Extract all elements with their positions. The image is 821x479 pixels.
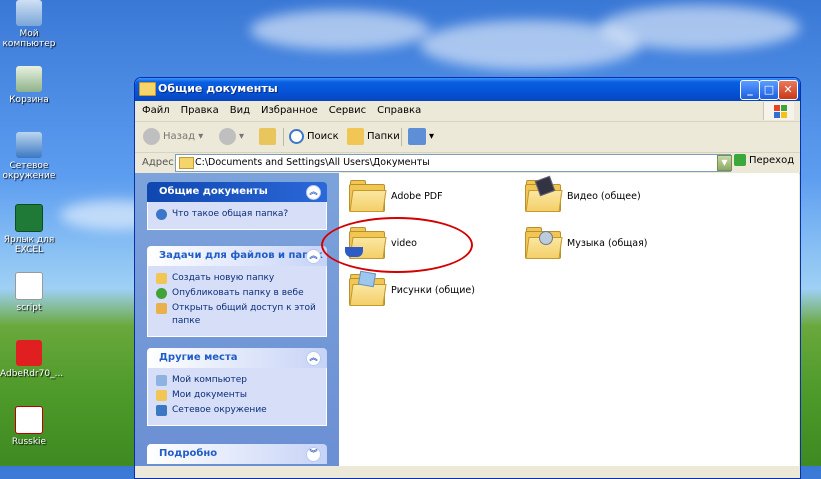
box-header[interactable]: Общие документы ︽ bbox=[147, 182, 327, 202]
music-folder-icon bbox=[525, 227, 563, 259]
help-icon bbox=[156, 209, 167, 220]
desktop-icon-recycle-bin[interactable]: Корзина bbox=[0, 66, 58, 105]
box-header[interactable]: Задачи для файлов и папок ︽ bbox=[147, 246, 327, 266]
maximize-button[interactable]: □ bbox=[759, 80, 779, 100]
desktop-icon-label: Корзина bbox=[9, 95, 49, 105]
desktop-icon-label: Russkie bbox=[11, 437, 47, 447]
folder-label: Музыка (общая) bbox=[567, 238, 648, 249]
search-button[interactable]: Поиск bbox=[289, 127, 339, 147]
folder-label: Adobe PDF bbox=[391, 191, 443, 202]
back-button[interactable]: Назад ▾ bbox=[143, 127, 203, 147]
desktop-icon-excel[interactable]: Ярлык для EXCEL bbox=[0, 204, 58, 255]
views-button[interactable]: ▾ bbox=[408, 127, 434, 147]
menu-favorites[interactable]: Избранное bbox=[254, 101, 322, 116]
menu-tools[interactable]: Сервис bbox=[322, 101, 370, 116]
adobe-reader-icon bbox=[16, 340, 42, 366]
documents-icon bbox=[156, 390, 167, 401]
desktop-icon-label: Ярлык для EXCEL bbox=[3, 235, 55, 255]
up-folder-icon bbox=[259, 127, 276, 145]
minimize-button[interactable]: _ bbox=[740, 80, 760, 100]
highlight-oval bbox=[321, 217, 473, 273]
task-link-publish-web[interactable]: Опубликовать папку в вебе bbox=[156, 287, 320, 300]
desktop-icon-script[interactable]: script bbox=[0, 272, 58, 313]
script-icon bbox=[15, 272, 43, 300]
collapse-icon[interactable]: ︽ bbox=[306, 249, 321, 264]
computer-icon bbox=[16, 0, 42, 26]
network-icon bbox=[156, 405, 167, 416]
forward-arrow-icon bbox=[219, 127, 236, 145]
forward-button[interactable]: ▾ bbox=[219, 127, 244, 147]
views-icon bbox=[408, 127, 426, 145]
desktop-icon-my-computer[interactable]: Мой компьютер bbox=[0, 0, 58, 49]
network-icon bbox=[16, 132, 42, 158]
folder-icon bbox=[349, 180, 387, 212]
box-header[interactable]: Другие места ︽ bbox=[147, 348, 327, 368]
address-bar: Адрес: C:\Documents and Settings\All Use… bbox=[135, 153, 800, 174]
desktop-icon-label: script bbox=[16, 303, 42, 313]
back-arrow-icon bbox=[143, 127, 160, 145]
task-pane: Общие документы ︽ Что такое общая папка? … bbox=[135, 173, 339, 466]
collapse-icon[interactable]: ︽ bbox=[306, 185, 321, 200]
box-other-places: Другие места ︽ Мой компьютер Мои документ… bbox=[147, 348, 327, 426]
folder-label: Рисунки (общие) bbox=[391, 285, 475, 296]
box-shared-documents: Общие документы ︽ Что такое общая папка? bbox=[147, 182, 327, 230]
menu-bar: Файл Правка Вид Избранное Сервис Справка bbox=[135, 101, 800, 122]
computer-icon bbox=[156, 375, 167, 386]
menu-view[interactable]: Вид bbox=[223, 101, 254, 116]
collapse-icon[interactable]: ︽ bbox=[306, 351, 321, 366]
place-link-network[interactable]: Сетевое окружение bbox=[156, 404, 320, 417]
recycle-bin-icon bbox=[16, 66, 42, 92]
folder-label: Видео (общее) bbox=[567, 191, 641, 202]
toolbar: Назад ▾ ▾ Поиск Папки ▾ bbox=[135, 122, 800, 153]
menu-help[interactable]: Справка bbox=[370, 101, 425, 116]
video-folder-icon bbox=[525, 175, 563, 212]
box-header[interactable]: Подробно ︾ bbox=[147, 444, 327, 464]
folder-icon bbox=[139, 82, 156, 96]
pdf-file-icon bbox=[15, 406, 43, 434]
address-input[interactable]: C:\Documents and Settings\All Users\Доку… bbox=[175, 154, 731, 172]
go-arrow-icon bbox=[734, 154, 746, 166]
place-link-my-computer[interactable]: Мой компьютер bbox=[156, 374, 320, 387]
place-link-my-documents[interactable]: Мои документы bbox=[156, 389, 320, 402]
expand-icon[interactable]: ︾ bbox=[306, 447, 321, 462]
folders-icon bbox=[347, 127, 364, 145]
up-folder-button[interactable] bbox=[259, 127, 279, 147]
folder-icon bbox=[179, 157, 194, 169]
box-details: Подробно ︾ bbox=[147, 444, 327, 464]
menu-edit[interactable]: Правка bbox=[174, 101, 223, 116]
close-button[interactable]: ✕ bbox=[778, 80, 798, 100]
folders-button[interactable]: Папки bbox=[347, 127, 400, 147]
address-label: Адрес: bbox=[142, 157, 178, 168]
menu-file[interactable]: Файл bbox=[135, 101, 174, 116]
desktop-icon-network[interactable]: Сетевое окружение bbox=[0, 132, 58, 181]
address-path: C:\Documents and Settings\All Users\Доку… bbox=[195, 157, 430, 168]
task-link-what-is-shared[interactable]: Что такое общая папка? bbox=[156, 208, 320, 221]
globe-icon bbox=[156, 288, 167, 299]
windows-logo-icon bbox=[763, 102, 794, 120]
content-area: Общие документы ︽ Что такое общая папка? … bbox=[135, 173, 799, 466]
search-icon bbox=[289, 128, 304, 144]
window-title: Общие документы bbox=[158, 82, 278, 95]
address-dropdown-button[interactable]: ▼ bbox=[717, 155, 732, 171]
desktop-icon-label: Сетевое окружение bbox=[2, 161, 56, 181]
go-button[interactable]: Переход bbox=[734, 154, 794, 166]
title-bar[interactable]: Общие документы _ □ ✕ bbox=[135, 78, 800, 101]
desktop-icon-label: AdbeRdr70_... bbox=[0, 369, 64, 379]
task-link-new-folder[interactable]: Создать новую папку bbox=[156, 272, 320, 285]
box-file-tasks: Задачи для файлов и папок ︽ Создать новую… bbox=[147, 246, 327, 337]
desktop-icon-russkie[interactable]: Russkie bbox=[0, 406, 58, 447]
new-folder-icon bbox=[156, 273, 167, 284]
desktop-icon-adobe-reader[interactable]: AdbeRdr70_... bbox=[0, 340, 64, 379]
excel-icon bbox=[15, 204, 43, 232]
pictures-folder-icon bbox=[349, 270, 387, 306]
task-link-share-folder[interactable]: Открыть общий доступ к этой папке bbox=[156, 302, 320, 328]
desktop-icon-label: Мой компьютер bbox=[2, 29, 56, 49]
share-icon bbox=[156, 303, 167, 314]
